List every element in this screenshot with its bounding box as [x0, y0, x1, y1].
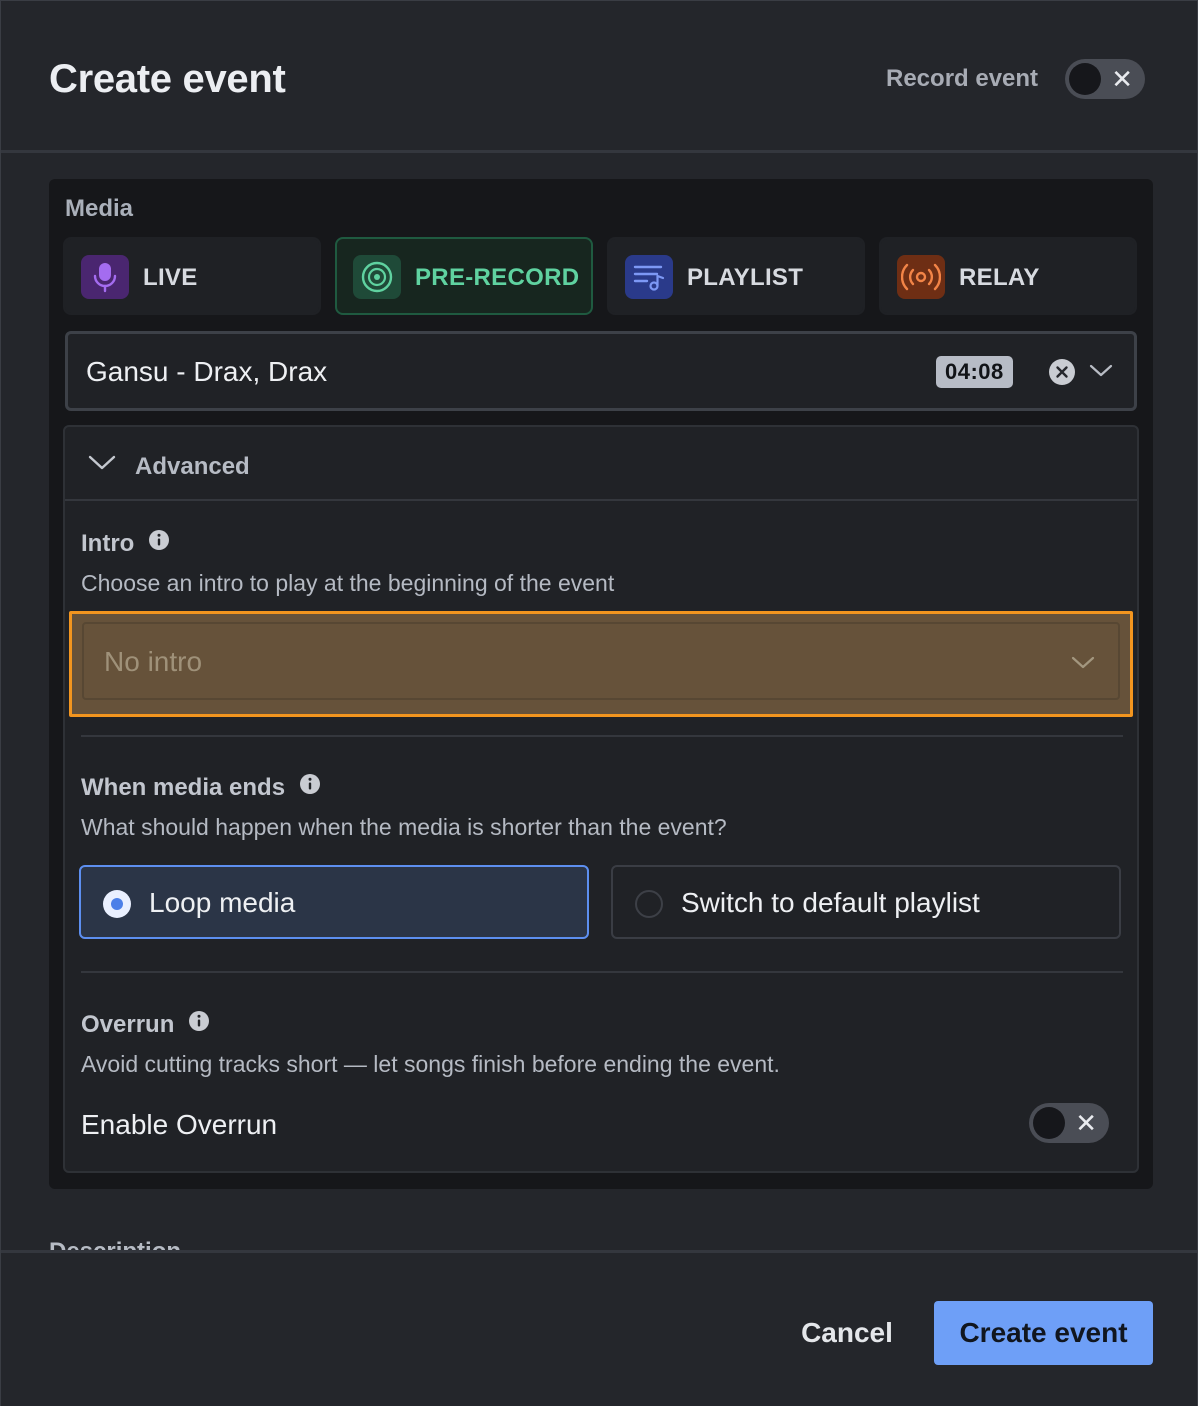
overrun-title-text: Overrun	[81, 1010, 175, 1038]
intro-title-text: Intro	[81, 529, 135, 557]
chevron-down-icon	[87, 453, 117, 478]
tab-live[interactable]: LIVE	[63, 237, 321, 315]
advanced-toggle[interactable]: Advanced	[65, 427, 1137, 501]
media-ends-description: What should happen when the media is sho…	[81, 814, 727, 840]
close-icon: ✕	[1111, 64, 1133, 94]
cancel-button[interactable]: Cancel	[777, 1301, 917, 1365]
tab-playlist[interactable]: PLAYLIST	[607, 237, 865, 315]
playlist-icon	[625, 255, 673, 299]
info-icon[interactable]	[148, 529, 170, 558]
tab-pre-record-label: PRE-RECORD	[415, 264, 580, 291]
toggle-knob	[1033, 1107, 1065, 1139]
media-ends-title: When media ends	[81, 773, 321, 802]
create-event-modal: Create event Record event ✕ Media LIVE P…	[0, 0, 1198, 1406]
tab-live-label: LIVE	[143, 264, 198, 291]
selected-track: Gansu - Drax, Drax	[86, 356, 328, 387]
modal-header: Create event Record event ✕	[1, 1, 1197, 153]
microphone-icon	[81, 255, 129, 299]
default-playlist-option[interactable]: Switch to default playlist	[611, 865, 1121, 939]
default-playlist-label: Switch to default playlist	[681, 887, 980, 918]
loop-media-label: Loop media	[149, 887, 296, 918]
tab-pre-record[interactable]: PRE-RECORD	[335, 237, 593, 315]
radio-unselected-icon	[635, 890, 663, 918]
media-label: Media	[65, 195, 134, 222]
tab-relay-label: RELAY	[959, 264, 1040, 291]
clear-icon[interactable]	[1048, 358, 1076, 391]
divider	[81, 971, 1123, 973]
divider	[81, 735, 1123, 737]
record-event-label: Record event	[886, 65, 1039, 92]
vinyl-record-icon	[353, 255, 401, 299]
media-ends-title-text: When media ends	[81, 773, 286, 801]
info-icon[interactable]	[299, 773, 321, 802]
toggle-knob	[1069, 63, 1101, 95]
media-panel: Media LIVE PRE-RECORD PLAYLIST RELAY Gan…	[49, 179, 1153, 1189]
media-track-select[interactable]: Gansu - Drax, Drax 04:08	[65, 331, 1137, 411]
duration-badge: 04:08	[936, 356, 1013, 388]
create-event-button[interactable]: Create event	[934, 1301, 1153, 1365]
overrun-description: Avoid cutting tracks short — let songs f…	[81, 1051, 780, 1077]
intro-placeholder: No intro	[104, 646, 203, 677]
modal-footer: Cancel Create event	[1, 1250, 1197, 1406]
intro-title: Intro	[81, 529, 170, 558]
intro-description: Choose an intro to play at the beginning…	[81, 570, 615, 596]
tab-relay[interactable]: RELAY	[879, 237, 1137, 315]
advanced-section: Advanced Intro Choose an intro to play a…	[63, 425, 1139, 1173]
info-icon[interactable]	[188, 1010, 210, 1039]
close-icon: ✕	[1075, 1108, 1097, 1138]
advanced-title: Advanced	[135, 453, 250, 480]
tab-playlist-label: PLAYLIST	[687, 264, 804, 291]
chevron-down-icon	[1070, 654, 1096, 677]
intro-select[interactable]: No intro	[82, 622, 1120, 700]
broadcast-icon	[897, 255, 945, 299]
loop-media-option[interactable]: Loop media	[79, 865, 589, 939]
record-event-toggle[interactable]: ✕	[1065, 59, 1145, 99]
chevron-down-icon[interactable]	[1088, 362, 1114, 385]
enable-overrun-toggle[interactable]: ✕	[1029, 1103, 1109, 1143]
overrun-title: Overrun	[81, 1010, 210, 1039]
enable-overrun-label: Enable Overrun	[81, 1109, 278, 1140]
page-title: Create event	[49, 57, 286, 101]
intro-select-highlight: No intro	[69, 611, 1133, 717]
radio-selected-icon	[103, 890, 131, 918]
